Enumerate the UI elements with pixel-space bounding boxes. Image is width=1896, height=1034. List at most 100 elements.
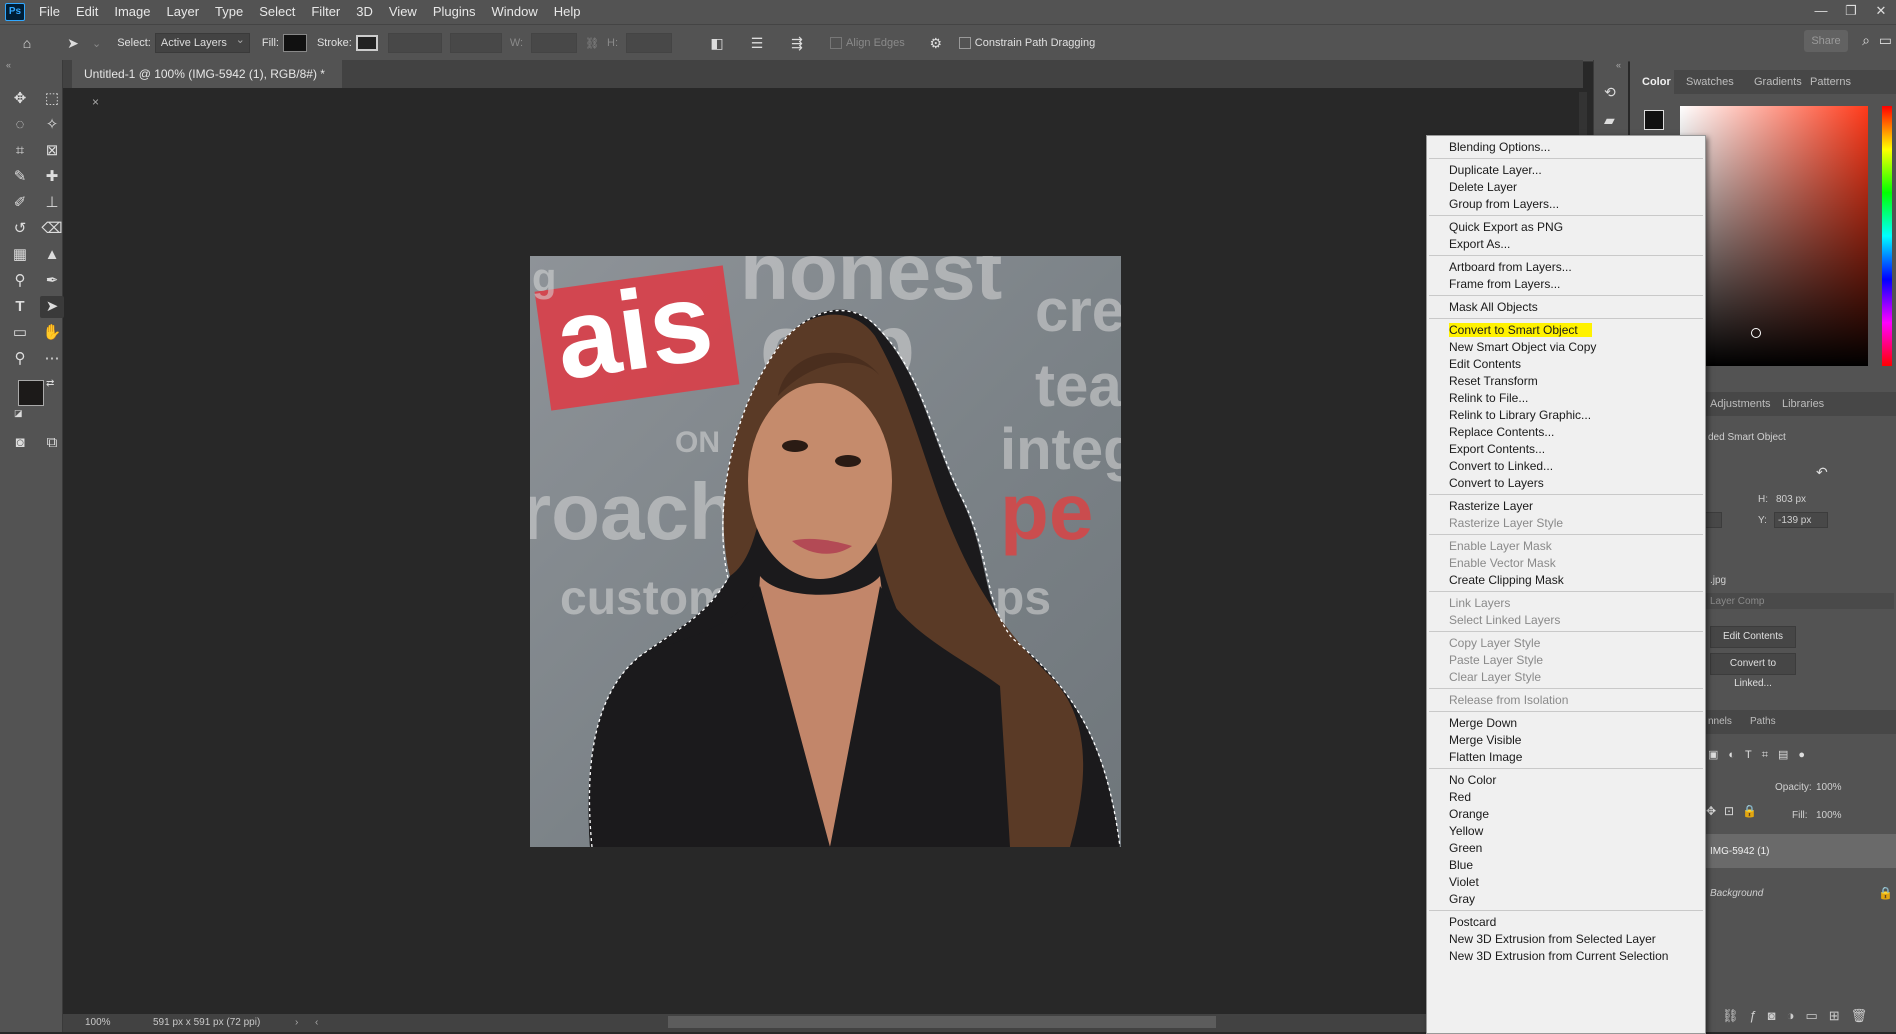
layer-name-background[interactable]: Background (1710, 888, 1763, 899)
link-icon[interactable]: ⛓ (585, 37, 599, 50)
move-tool-icon[interactable]: ✥ (8, 88, 32, 110)
foreground-color-swatch[interactable] (18, 380, 44, 406)
search-icon[interactable]: ⌕ (1862, 32, 1870, 49)
brush-tool-icon[interactable]: ✐ (8, 192, 32, 214)
menu-item-red[interactable]: Red (1427, 789, 1705, 806)
menu-item-mask-all-objects[interactable]: Mask All Objects (1427, 299, 1705, 316)
home-icon[interactable]: ⌂ (16, 35, 38, 51)
menu-item-convert-to-linked[interactable]: Convert to Linked... (1427, 458, 1705, 475)
clone-stamp-tool-icon[interactable]: ⊥ (40, 192, 64, 214)
path-operations-icon[interactable]: ◧ (706, 35, 728, 52)
tab-channels[interactable]: nnels (1708, 716, 1732, 727)
opacity-value[interactable]: 100% (1816, 782, 1842, 793)
screen-mode-icon[interactable]: ⧉ (40, 432, 64, 454)
horizontal-scrollbar[interactable] (668, 1016, 1216, 1028)
menu-image[interactable]: Image (106, 0, 158, 24)
magic-wand-tool-icon[interactable]: ✧ (40, 114, 64, 136)
menu-item-new-3d-extrusion-from-current-selection[interactable]: New 3D Extrusion from Current Selection (1427, 948, 1705, 965)
menu-item-rasterize-layer[interactable]: Rasterize Layer (1427, 498, 1705, 515)
swap-colors-icon[interactable]: ⇄ (46, 378, 54, 389)
menu-item-reset-transform[interactable]: Reset Transform (1427, 373, 1705, 390)
stroke-type-dropdown[interactable] (449, 33, 502, 53)
menu-file[interactable]: File (31, 0, 68, 24)
path-alignment-icon[interactable]: ☰ (746, 35, 768, 52)
collapse-icon[interactable]: « (6, 60, 11, 70)
document-canvas[interactable]: ais honest cre tea integ roach pe custom… (530, 256, 1121, 847)
menu-item-blue[interactable]: Blue (1427, 857, 1705, 874)
menu-item-group-from-layers[interactable]: Group from Layers... (1427, 196, 1705, 213)
menu-item-no-color[interactable]: No Color (1427, 772, 1705, 789)
menu-item-export-contents[interactable]: Export Contents... (1427, 441, 1705, 458)
blur-tool-icon[interactable]: ▲ (40, 244, 64, 266)
healing-brush-tool-icon[interactable]: ✚ (40, 166, 64, 188)
tab-libraries[interactable]: Libraries (1782, 398, 1824, 410)
tool-preset-chevron-icon[interactable]: ⌄ (92, 37, 101, 50)
convert-to-linked-button[interactable]: Convert to Linked... (1710, 653, 1796, 689)
panel-foreground-swatch[interactable] (1644, 110, 1664, 130)
stroke-width-field[interactable] (387, 33, 442, 53)
frame-tool-icon[interactable]: ⊠ (40, 140, 64, 162)
zoom-tool-icon[interactable]: ⚲ (8, 348, 32, 370)
menu-window[interactable]: Window (483, 0, 545, 24)
menu-item-new-smart-object-via-copy[interactable]: New Smart Object via Copy (1427, 339, 1705, 356)
menu-filter[interactable]: Filter (303, 0, 348, 24)
more-tools-icon[interactable]: ⋯ (40, 348, 64, 370)
select-dropdown[interactable]: Active Layers (154, 31, 250, 53)
y-value[interactable]: -139 px (1778, 515, 1811, 526)
tab-patterns[interactable]: Patterns (1810, 76, 1851, 88)
quick-mask-icon[interactable]: ◙ (8, 432, 32, 454)
menu-item-orange[interactable]: Orange (1427, 806, 1705, 823)
x-field[interactable] (1704, 512, 1722, 528)
close-tab-icon[interactable]: × (92, 95, 99, 109)
hue-slider[interactable] (1882, 106, 1892, 366)
restore-icon[interactable]: ❐ (1836, 0, 1866, 24)
path-selection-tool-icon[interactable]: ➤ (62, 35, 84, 52)
stroke-swatch[interactable] (355, 35, 378, 51)
menu-item-edit-contents[interactable]: Edit Contents (1427, 356, 1705, 373)
menu-item-flatten-image[interactable]: Flatten Image (1427, 749, 1705, 766)
menu-plugins[interactable]: Plugins (425, 0, 484, 24)
menu-item-merge-down[interactable]: Merge Down (1427, 715, 1705, 732)
close-icon[interactable]: ✕ (1866, 0, 1896, 24)
menu-item-relink-to-file[interactable]: Relink to File... (1427, 390, 1705, 407)
share-button[interactable]: Share (1804, 30, 1848, 52)
workspace-icon[interactable]: ▭ (1879, 32, 1892, 49)
layer-filter-icons[interactable]: ▣◐T⌗▤● (1708, 748, 1815, 762)
lock-icons[interactable]: ✥⊡🔒 (1706, 804, 1765, 818)
zoom-level[interactable]: 100% (85, 1014, 111, 1032)
h-value[interactable]: 803 px (1776, 494, 1806, 505)
tab-paths[interactable]: Paths (1750, 716, 1776, 727)
rectangle-tool-icon[interactable]: ▭ (8, 322, 32, 344)
comments-icon[interactable]: ▰ (1604, 112, 1615, 129)
reset-transform-icon[interactable]: ↶ (1816, 464, 1828, 481)
menu-item-replace-contents[interactable]: Replace Contents... (1427, 424, 1705, 441)
type-tool-icon[interactable]: T (8, 296, 32, 318)
minimize-icon[interactable]: — (1806, 0, 1836, 24)
marquee-tool-icon[interactable]: ⬚ (40, 88, 64, 110)
menu-item-new-3d-extrusion-from-selected-layer[interactable]: New 3D Extrusion from Selected Layer (1427, 931, 1705, 948)
gradient-tool-icon[interactable]: ▦ (8, 244, 32, 266)
menu-item-duplicate-layer[interactable]: Duplicate Layer... (1427, 162, 1705, 179)
gear-icon[interactable]: ⚙ (925, 35, 947, 52)
color-picker-field[interactable] (1680, 106, 1868, 366)
fill-value[interactable]: 100% (1816, 810, 1842, 821)
menu-item-green[interactable]: Green (1427, 840, 1705, 857)
fill-swatch[interactable] (282, 34, 307, 52)
menu-edit[interactable]: Edit (68, 0, 106, 24)
menu-item-frame-from-layers[interactable]: Frame from Layers... (1427, 276, 1705, 293)
menu-3d[interactable]: 3D (348, 0, 381, 24)
layer-name[interactable]: IMG-5942 (1) (1710, 846, 1769, 857)
height-field[interactable] (626, 33, 673, 53)
menu-item-blending-options[interactable]: Blending Options... (1427, 139, 1705, 156)
menu-item-postcard[interactable]: Postcard (1427, 914, 1705, 931)
menu-view[interactable]: View (381, 0, 425, 24)
history-brush-tool-icon[interactable]: ↺ (8, 218, 32, 240)
tab-gradients[interactable]: Gradients (1754, 76, 1802, 88)
menu-type[interactable]: Type (207, 0, 251, 24)
eyedropper-tool-icon[interactable]: ✎ (8, 166, 32, 188)
layers-footer-icons[interactable]: ⛓ƒ◙◑▭⊞🗑 (1722, 1008, 1878, 1024)
menu-item-violet[interactable]: Violet (1427, 874, 1705, 891)
lasso-tool-icon[interactable]: ◌ (8, 114, 32, 136)
menu-select[interactable]: Select (251, 0, 303, 24)
dodge-tool-icon[interactable]: ⚲ (8, 270, 32, 292)
